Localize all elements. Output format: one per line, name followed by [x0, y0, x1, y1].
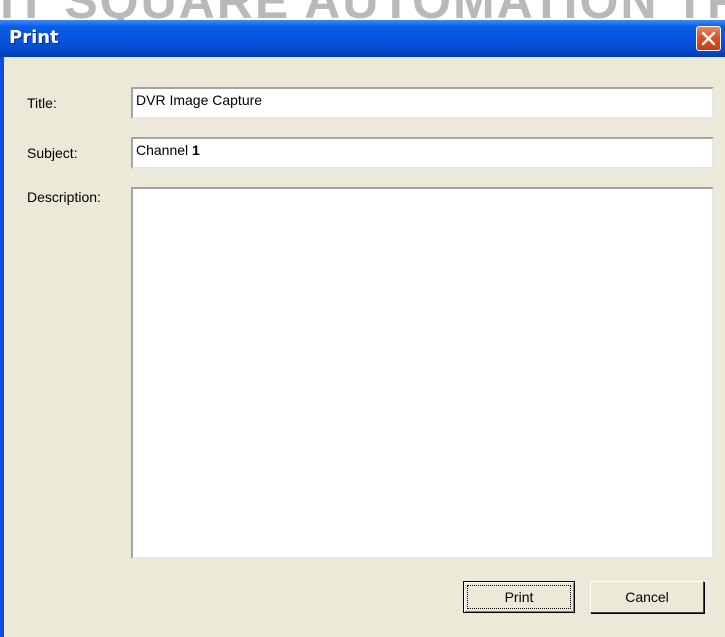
description-label: Description:: [27, 189, 101, 205]
subject-channel-number: 1: [192, 142, 200, 158]
title-label: Title:: [27, 95, 57, 111]
close-icon: [701, 31, 716, 46]
subject-field[interactable]: Channel 1: [131, 137, 714, 169]
title-field[interactable]: DVR Image Capture: [131, 87, 714, 119]
print-dialog: Print Title: DVR Image Capture Subject: …: [0, 20, 725, 637]
subject-label: Subject:: [27, 145, 78, 161]
dialog-body: Title: DVR Image Capture Subject: Channe…: [4, 57, 725, 637]
subject-value-text: Channel: [136, 142, 193, 158]
focus-rectangle: [467, 585, 571, 609]
background-banner: IT SQUARE AUTOMATION TRA: [0, 0, 725, 20]
cancel-button[interactable]: Cancel: [590, 581, 704, 613]
print-button[interactable]: Print: [463, 581, 575, 613]
close-button[interactable]: [696, 26, 721, 51]
banner-text: IT SQUARE AUTOMATION TRA: [0, 0, 725, 20]
dialog-title: Print: [9, 27, 59, 48]
description-field[interactable]: [131, 187, 714, 559]
title-bar[interactable]: Print: [0, 20, 725, 57]
